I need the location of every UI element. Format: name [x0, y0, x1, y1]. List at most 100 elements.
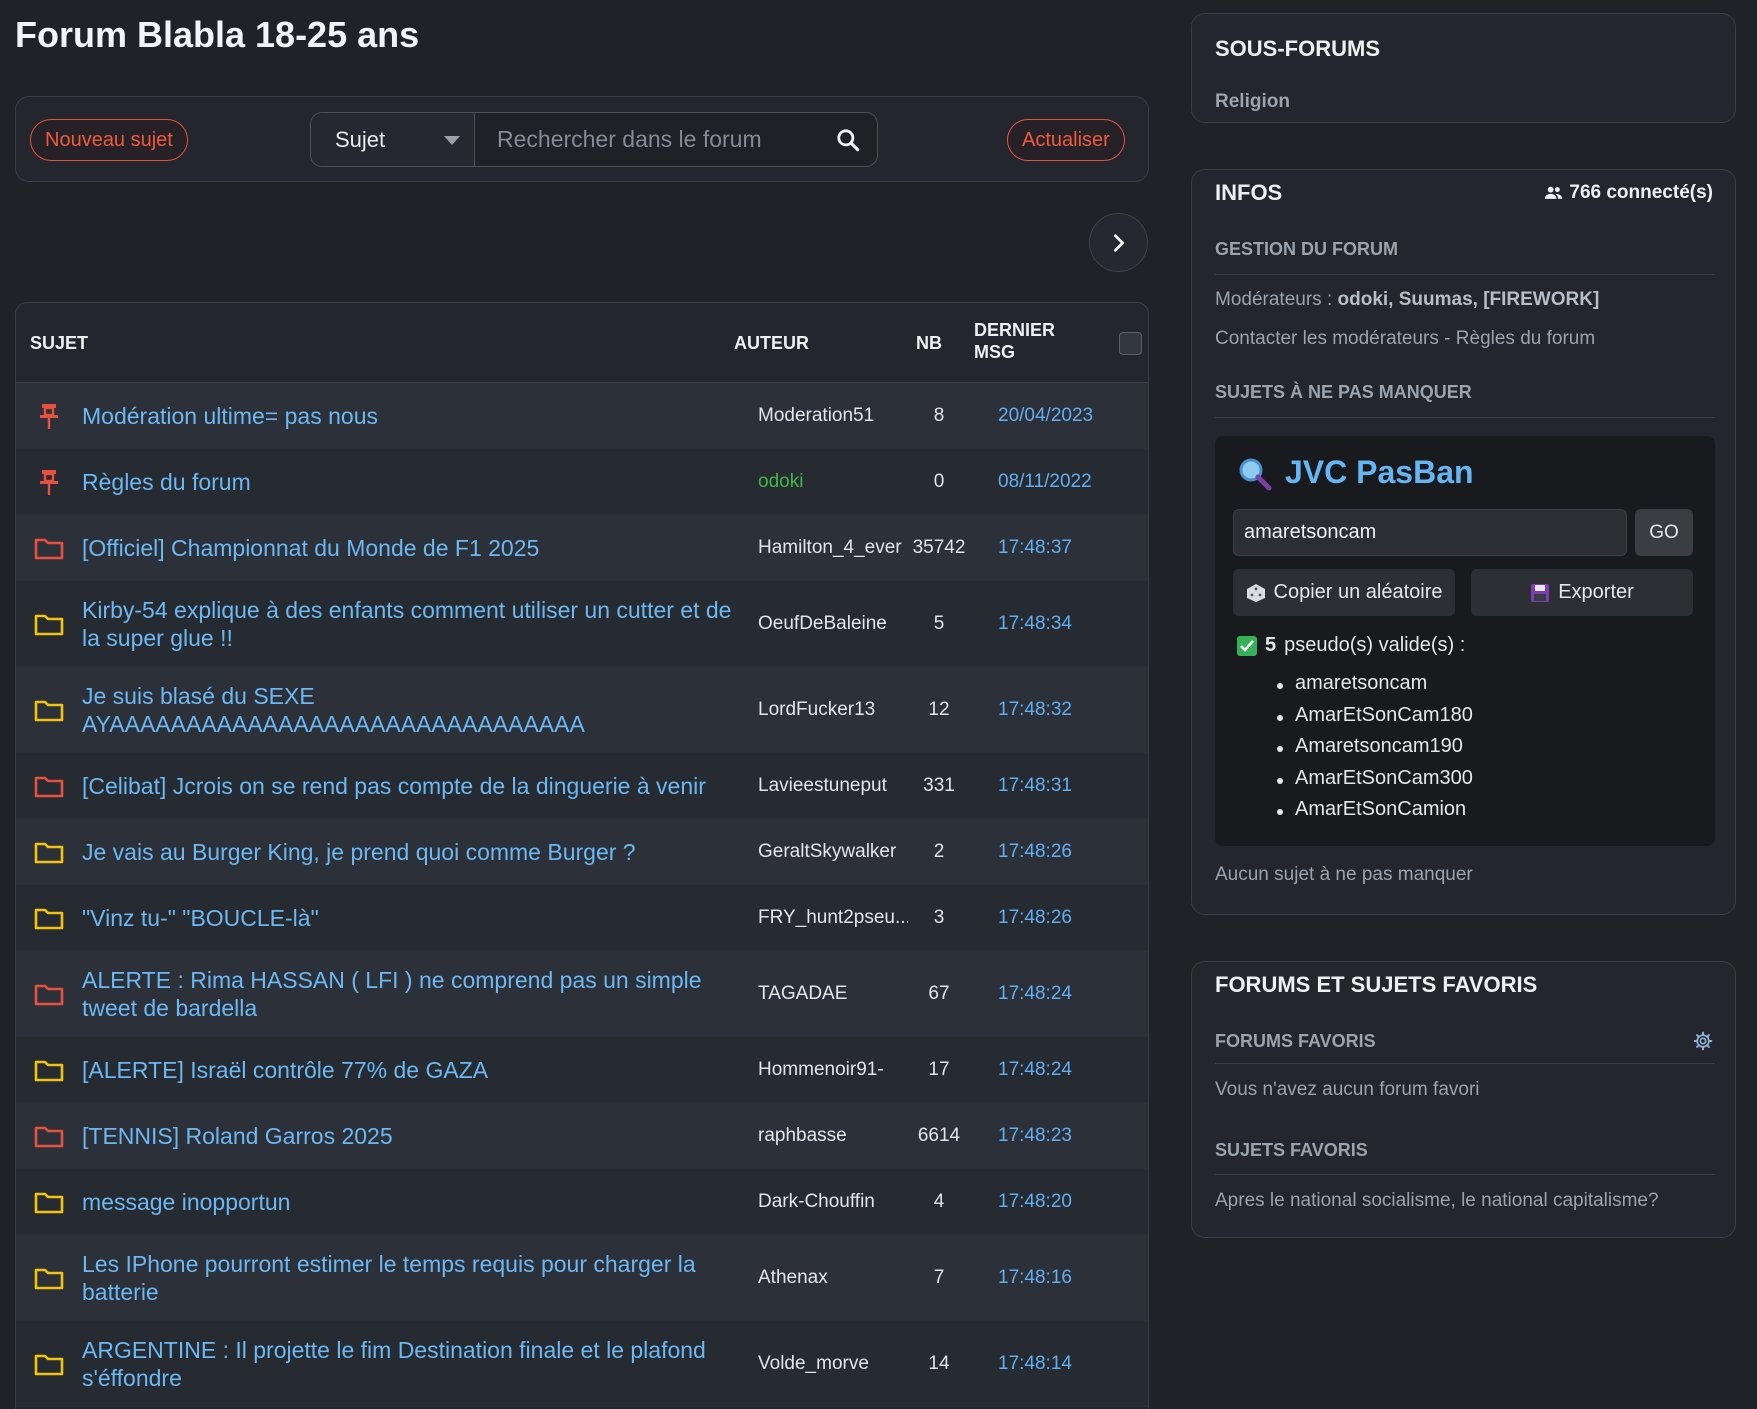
gear-icon[interactable] — [1693, 1031, 1713, 1051]
folder-yellow-icon — [34, 837, 64, 867]
table-row[interactable]: [ALERTE] Israël contrôle 77% de GAZA Homm… — [16, 1037, 1148, 1103]
table-row[interactable]: message inopportun Dark-Chouffin 4 17:48:20 — [16, 1169, 1148, 1235]
topic-author[interactable]: odoki — [758, 471, 908, 493]
list-item[interactable]: AmarEtSonCamion — [1277, 798, 1473, 830]
select-all-checkbox[interactable] — [1119, 332, 1142, 355]
table-row[interactable]: ARGENTINE : Il projette le fim Destinati… — [16, 1321, 1148, 1407]
divider — [1215, 1174, 1715, 1175]
topic-author[interactable]: Moderation51 — [758, 405, 908, 427]
topic-last-message[interactable]: 17:48:31 — [998, 775, 1072, 797]
topic-last-message[interactable]: 17:48:34 — [998, 613, 1072, 635]
topic-message-count: 12 — [928, 698, 950, 720]
subforums-card: SOUS-FORUMS Religion — [1191, 13, 1736, 123]
topic-author[interactable]: Volde_morve — [758, 1353, 908, 1375]
topic-table: SUJET AUTEUR NB DERNIER MSG Modération ul… — [15, 302, 1149, 1409]
topic-author[interactable]: raphbasse — [758, 1125, 908, 1147]
topic-last-message[interactable]: 17:48:14 — [998, 1353, 1072, 1375]
topic-title-link[interactable]: ARGENTINE : Il projette le fim Destinati… — [82, 1336, 742, 1392]
magnifier-icon — [1239, 458, 1272, 491]
copy-random-button[interactable]: Copier un aléatoire — [1233, 569, 1455, 616]
table-row[interactable]: [TENNIS] Roland Garros 2025 raphbasse 6614… — [16, 1103, 1148, 1169]
header-count: NB — [916, 333, 942, 353]
export-button[interactable]: Exporter — [1471, 569, 1693, 616]
online-count: 766 connecté(s) — [1544, 182, 1713, 204]
topic-last-message[interactable]: 20/04/2023 — [998, 405, 1093, 427]
topic-title-link[interactable]: Modération ultime= pas nous — [82, 402, 742, 430]
topic-title-link[interactable]: Règles du forum — [82, 468, 742, 496]
next-page-button[interactable] — [1089, 213, 1148, 272]
topic-message-count: 5 — [933, 612, 945, 634]
topic-title-link[interactable]: Les IPhone pourront estimer le temps req… — [82, 1250, 742, 1306]
topic-author[interactable]: Hommenoir91- — [758, 1059, 908, 1081]
list-item[interactable]: AmarEtSonCam300 — [1277, 767, 1473, 799]
favorites-title: FORUMS ET SUJETS FAVORIS — [1215, 972, 1538, 997]
folder-yellow-icon — [34, 609, 64, 639]
topic-author[interactable]: Dark-Chouffin — [758, 1191, 908, 1213]
topic-last-message[interactable]: 17:48:24 — [998, 1059, 1072, 1081]
table-row[interactable]: ALERTE : Rima HASSAN ( LFI ) ne comprend… — [16, 951, 1148, 1037]
topic-author[interactable]: Lavieestuneput — [758, 775, 908, 797]
forum-rules-link[interactable]: Règles du forum — [1456, 328, 1595, 349]
topic-author[interactable]: FRY_hunt2pseu... — [758, 907, 908, 929]
favorite-topic-link[interactable]: Apres le national socialisme, le nationa… — [1215, 1190, 1659, 1212]
search-input[interactable]: Rechercher dans le forum — [475, 113, 877, 166]
valid-label: pseudo(s) valide(s) : — [1284, 634, 1466, 656]
table-row[interactable]: Je suis blasé du SEXE AYAAAAAAAAAAAAAAAA… — [16, 667, 1148, 753]
moderators-names[interactable]: odoki, Suumas, [FIREWORK] — [1338, 289, 1600, 310]
table-row[interactable]: Je vais au Burger King, je prend quoi co… — [16, 819, 1148, 885]
topic-last-message[interactable]: 17:48:24 — [998, 983, 1072, 1005]
topic-last-message[interactable]: 17:48:26 — [998, 907, 1072, 929]
moderators-label: Modérateurs : — [1215, 289, 1338, 310]
topic-title-link[interactable]: [ALERTE] Israël contrôle 77% de GAZA — [82, 1056, 742, 1084]
topic-title-link[interactable]: Je suis blasé du SEXE AYAAAAAAAAAAAAAAAA… — [82, 682, 742, 738]
list-item[interactable]: Amaretsoncam190 — [1277, 735, 1473, 767]
table-row[interactable]: [Celibat] Jcrois on se rend pas compte d… — [16, 753, 1148, 819]
divider — [1215, 274, 1715, 275]
table-row[interactable]: [Officiel] Championnat du Monde de F1 20… — [16, 515, 1148, 581]
topic-title-link[interactable]: ALERTE : Rima HASSAN ( LFI ) ne comprend… — [82, 966, 742, 1022]
new-topic-button[interactable]: Nouveau sujet — [30, 119, 188, 161]
topic-last-message[interactable]: 17:48:20 — [998, 1191, 1072, 1213]
topic-last-message[interactable]: 08/11/2022 — [998, 471, 1092, 493]
topic-author[interactable]: Hamilton_4_ever — [758, 537, 908, 559]
topic-title-link[interactable]: [Celibat] Jcrois on se rend pas compte d… — [82, 772, 742, 800]
pseudo-list: amaretsoncam AmarEtSonCam180 Amaretsonca… — [1277, 672, 1473, 830]
topic-title-link[interactable]: Kirby-54 explique à des enfants comment … — [82, 596, 742, 652]
table-row[interactable]: Kirby-54 explique à des enfants comment … — [16, 581, 1148, 667]
list-item[interactable]: amaretsoncam — [1277, 672, 1473, 704]
topic-title-link[interactable]: Je vais au Burger King, je prend quoi co… — [82, 838, 742, 866]
folder-yellow-icon — [34, 1187, 64, 1217]
list-item[interactable]: AmarEtSonCam180 — [1277, 704, 1473, 736]
topic-author[interactable]: LordFucker13 — [758, 699, 908, 721]
pasban-widget: JVC PasBan amaretsoncam GO Copier un alé… — [1215, 436, 1715, 846]
table-row[interactable]: "Vinz tu-" "BOUCLE-là" FRY_hunt2pseu... 3 1… — [16, 885, 1148, 951]
search-placeholder: Rechercher dans le forum — [497, 126, 762, 152]
topic-author[interactable]: Athenax — [758, 1267, 908, 1289]
topic-last-message[interactable]: 17:48:16 — [998, 1267, 1072, 1289]
pasban-input[interactable]: amaretsoncam — [1233, 509, 1627, 556]
topic-title-link[interactable]: [Officiel] Championnat du Monde de F1 20… — [82, 534, 742, 562]
topic-last-message[interactable]: 17:48:26 — [998, 841, 1072, 863]
divider — [1215, 1063, 1715, 1064]
topic-title-link[interactable]: "Vinz tu-" "BOUCLE-là" — [82, 904, 742, 932]
page-title: Forum Blabla 18-25 ans — [15, 14, 420, 55]
topic-author[interactable]: OeufDeBaleine — [758, 613, 908, 635]
go-button[interactable]: GO — [1635, 509, 1693, 556]
table-row[interactable]: Les IPhone pourront estimer le temps req… — [16, 1235, 1148, 1321]
table-row[interactable]: Règles du forum odoki 0 08/11/2022 — [16, 449, 1148, 515]
topic-last-message[interactable]: 17:48:32 — [998, 699, 1072, 721]
topic-last-message[interactable]: 17:48:37 — [998, 537, 1072, 559]
topic-last-message[interactable]: 17:48:23 — [998, 1125, 1072, 1147]
table-row[interactable]: Modération ultime= pas nous Moderation51 8… — [16, 383, 1148, 449]
topic-title-link[interactable]: [TENNIS] Roland Garros 2025 — [82, 1122, 742, 1150]
valid-pseudos-line: 5 pseudo(s) valide(s) : — [1237, 634, 1465, 657]
search-scope-select[interactable]: Sujet — [311, 113, 475, 166]
topic-title-link[interactable]: message inopportun — [82, 1188, 742, 1216]
subforum-link-religion[interactable]: Religion — [1215, 91, 1290, 113]
refresh-button[interactable]: Actualiser — [1007, 119, 1125, 161]
topic-author[interactable]: GeraltSkywalker — [758, 841, 908, 863]
topic-author[interactable]: TAGADAE — [758, 983, 908, 1005]
search-icon[interactable] — [835, 127, 861, 153]
contact-moderators-link[interactable]: Contacter les modérateurs — [1215, 328, 1439, 349]
header-subject: SUJET — [30, 333, 89, 353]
